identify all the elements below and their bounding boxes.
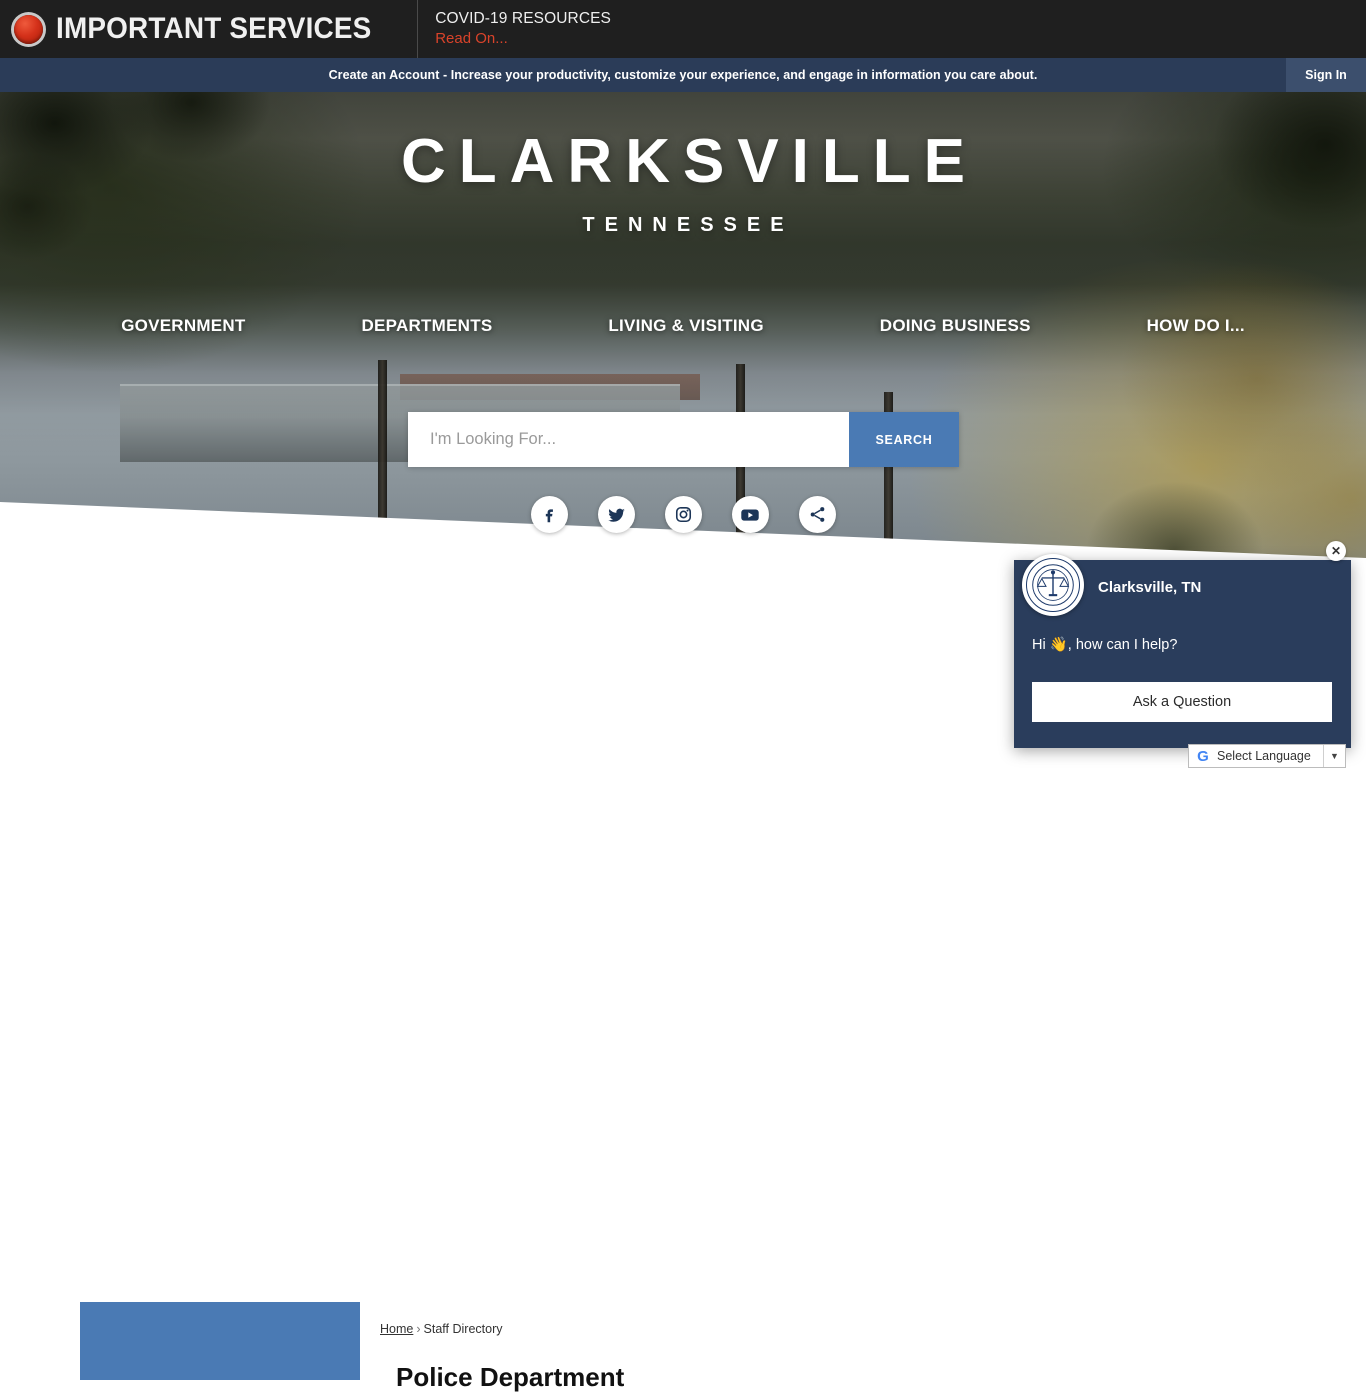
nav-item-living-visiting[interactable]: LIVING & VISITING	[608, 316, 763, 336]
important-services-title: IMPORTANT SERVICES	[56, 12, 372, 45]
chat-header: Clarksville, TN	[1014, 554, 1351, 626]
sidebar-feature-block[interactable]	[80, 1302, 360, 1380]
site-logo-state: TENNESSEE	[582, 214, 794, 236]
breadcrumb-home-link[interactable]: Home	[380, 1322, 413, 1336]
site-logo-city[interactable]: CLARKSVILLE	[0, 131, 1366, 193]
youtube-icon[interactable]	[731, 496, 769, 533]
red-alert-dot-icon	[14, 14, 43, 44]
chat-greeting-message: Hi 👋, how can I help?	[1032, 637, 1178, 653]
covid-read-on-link[interactable]: Read On...	[435, 29, 611, 49]
page-title: Police Department	[396, 1362, 625, 1392]
google-translate-widget[interactable]: G Select Language ▼	[1188, 744, 1346, 768]
facebook-icon[interactable]	[530, 496, 568, 533]
important-services-bar: IMPORTANT SERVICES COVID-19 RESOURCES Re…	[0, 0, 1366, 58]
site-search: SEARCH	[408, 412, 959, 467]
chat-title: Clarksville, TN	[1098, 578, 1202, 596]
google-logo-icon: G	[1197, 747, 1209, 765]
nav-item-doing-business[interactable]: DOING BUSINESS	[880, 316, 1031, 336]
nav-item-government[interactable]: GOVERNMENT	[121, 316, 245, 336]
nav-item-departments[interactable]: DEPARTMENTS	[362, 316, 493, 336]
main-navigation: GOVERNMENT DEPARTMENTS LIVING & VISITING…	[0, 316, 1366, 336]
chevron-down-icon[interactable]: ▼	[1323, 745, 1345, 767]
chat-widget: Clarksville, TN Hi 👋, how can I help? As…	[1014, 554, 1351, 748]
twitter-icon[interactable]	[597, 496, 635, 533]
create-account-message: Create an Account - Increase your produc…	[329, 68, 1038, 82]
chat-close-icon[interactable]: ✕	[1326, 541, 1346, 561]
select-language-label: Select Language	[1217, 749, 1311, 763]
nav-item-how-do-i[interactable]: HOW DO I...	[1147, 316, 1245, 336]
create-account-bar: Create an Account - Increase your produc…	[0, 58, 1366, 92]
city-seal-icon	[1022, 554, 1084, 616]
covid-headline: COVID-19 RESOURCES	[435, 9, 611, 27]
ask-a-question-button[interactable]: Ask a Question	[1032, 682, 1332, 722]
breadcrumb: Home › Staff Directory	[380, 1322, 502, 1336]
search-button[interactable]: SEARCH	[849, 412, 959, 467]
social-links	[0, 496, 1366, 533]
search-input[interactable]	[408, 412, 849, 467]
breadcrumb-separator: ›	[416, 1322, 421, 1336]
instagram-icon[interactable]	[664, 496, 702, 533]
covid-alert-group[interactable]: COVID-19 RESOURCES Read On...	[418, 9, 611, 49]
sign-in-button[interactable]: Sign In	[1286, 58, 1366, 92]
important-services-label-group[interactable]: IMPORTANT SERVICES	[0, 0, 419, 58]
share-icon[interactable]	[798, 496, 836, 533]
breadcrumb-current: Staff Directory	[423, 1322, 503, 1336]
create-account-description: - Increase your productivity, customize …	[439, 68, 1038, 82]
create-account-link[interactable]: Create an Account	[329, 68, 440, 82]
